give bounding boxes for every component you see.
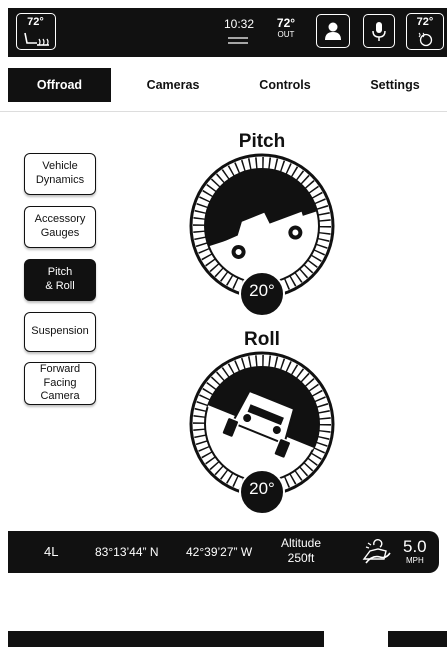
longitude-readout: 42°39’27” W <box>186 545 253 559</box>
dock-left-block[interactable] <box>8 631 324 647</box>
climate-right-button[interactable]: 72° <box>406 13 444 50</box>
left-temp: 72° <box>27 16 44 28</box>
pitch-roll-label: Pitch & Roll <box>45 266 75 292</box>
gear-indicator: 4L <box>44 544 59 559</box>
seat-heat-icon <box>24 32 49 46</box>
outside-label: OUT <box>277 30 295 39</box>
tab-controls[interactable]: Controls <box>230 68 340 102</box>
offroad-status-bar: 4L 83°13’44” N 42°39’27” W Altitude 250f… <box>8 531 439 573</box>
tab-bar: Offroad Cameras Controls Settings <box>8 68 447 102</box>
top-status-bar: 72° 10:32 72° OUT 72° <box>8 8 447 57</box>
altitude-value: 250ft <box>287 551 315 565</box>
right-temp: 72° <box>416 16 434 28</box>
forward-camera-button[interactable]: Forward Facing Camera <box>24 362 96 405</box>
forward-camera-label: Forward Facing Camera <box>39 362 81 403</box>
profile-icon <box>325 22 341 40</box>
speed-unit: MPH <box>406 556 424 565</box>
pitch-roll-button[interactable]: Pitch & Roll <box>24 259 96 301</box>
suspension-button[interactable]: Suspension <box>24 312 96 352</box>
climate-left-button[interactable]: 72° <box>16 13 56 50</box>
menu-lines-icon[interactable] <box>227 37 249 45</box>
roll-angle-readout: 20° <box>249 479 275 498</box>
tab-cameras[interactable]: Cameras <box>118 68 228 102</box>
accessory-gauges-button[interactable]: Accessory Gauges <box>24 206 96 248</box>
dock-right-block[interactable] <box>388 631 447 647</box>
heated-wheel-icon <box>418 32 433 47</box>
suspension-label: Suspension <box>31 325 89 338</box>
profile-button[interactable] <box>316 14 350 48</box>
clock: 10:32 <box>223 17 255 31</box>
pitch-title: Pitch <box>238 131 286 152</box>
pitch-angle-readout: 20° <box>249 281 275 300</box>
altitude-label: Altitude <box>280 536 322 550</box>
vehicle-dynamics-label: Vehicle Dynamics <box>35 160 85 186</box>
accessory-gauges-label: Accessory Gauges <box>34 213 86 239</box>
vehicle-dynamics-button[interactable]: Vehicle Dynamics <box>24 153 96 195</box>
tab-settings[interactable]: Settings <box>343 68 447 102</box>
offroad-vehicle-icon <box>362 539 391 564</box>
microphone-icon <box>372 22 386 41</box>
roll-title: Roll <box>244 329 280 350</box>
tab-divider <box>0 111 447 112</box>
voice-button[interactable] <box>363 14 395 48</box>
tab-offroad[interactable]: Offroad <box>8 68 111 102</box>
outside-temp: 72° <box>276 16 296 30</box>
speed-value: 5.0 <box>403 537 427 556</box>
latitude-readout: 83°13’44” N <box>95 545 159 559</box>
